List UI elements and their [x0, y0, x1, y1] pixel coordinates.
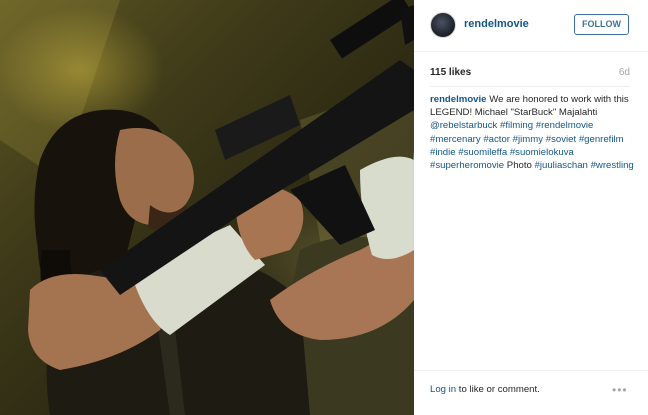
- hashtag-link[interactable]: #soviet: [546, 134, 576, 145]
- caption-body: We are honored to work with this LEGEND!…: [430, 94, 634, 171]
- hashtag-link[interactable]: #mercenary: [430, 134, 481, 145]
- photo-illustration: [0, 0, 414, 415]
- hashtag-link[interactable]: #juuliaschan: [535, 160, 588, 171]
- mention-link[interactable]: @rebelstarbuck: [430, 120, 497, 131]
- hashtag-link[interactable]: #jimmy: [513, 134, 543, 145]
- hashtag-link[interactable]: #suomileffa: [458, 147, 507, 158]
- hashtag-link[interactable]: #rendelmovie: [536, 120, 594, 131]
- login-link[interactable]: Log in: [430, 384, 456, 395]
- divider: [430, 86, 630, 87]
- caption-text: Photo: [504, 160, 535, 172]
- avatar[interactable]: [430, 12, 456, 38]
- likes-count[interactable]: 115 likes: [430, 67, 471, 78]
- hashtag-link[interactable]: #suomielokuva: [510, 147, 574, 158]
- stats-row: 115 likes 6d: [430, 67, 630, 81]
- hashtag-link[interactable]: #superheromovie: [430, 160, 504, 171]
- follow-button[interactable]: FOLLOW: [574, 14, 629, 35]
- caption: rendelmovie We are honored to work with …: [430, 93, 634, 172]
- post-photo[interactable]: [0, 0, 414, 415]
- hashtag-link[interactable]: #indie: [430, 147, 456, 158]
- hashtag-link[interactable]: #actor: [483, 134, 510, 145]
- login-prompt: Log in to like or comment.: [430, 384, 540, 395]
- username-link[interactable]: rendelmovie: [464, 18, 529, 30]
- ellipsis-icon[interactable]: •••: [612, 383, 628, 397]
- login-prompt-text: to like or comment.: [456, 384, 540, 395]
- hashtag-link[interactable]: #wrestling: [591, 160, 634, 171]
- caption-author-link[interactable]: rendelmovie: [430, 94, 487, 105]
- post-header: rendelmovie FOLLOW: [414, 0, 648, 52]
- post-footer: Log in to like or comment. •••: [414, 370, 648, 415]
- instagram-post: rendelmovie FOLLOW 115 likes 6d rendelmo…: [0, 0, 648, 415]
- hashtag-link[interactable]: #filming: [500, 120, 533, 131]
- hashtag-link[interactable]: #genrefilm: [579, 134, 624, 145]
- post-age[interactable]: 6d: [619, 67, 630, 78]
- post-side-panel: rendelmovie FOLLOW 115 likes 6d rendelmo…: [414, 0, 648, 415]
